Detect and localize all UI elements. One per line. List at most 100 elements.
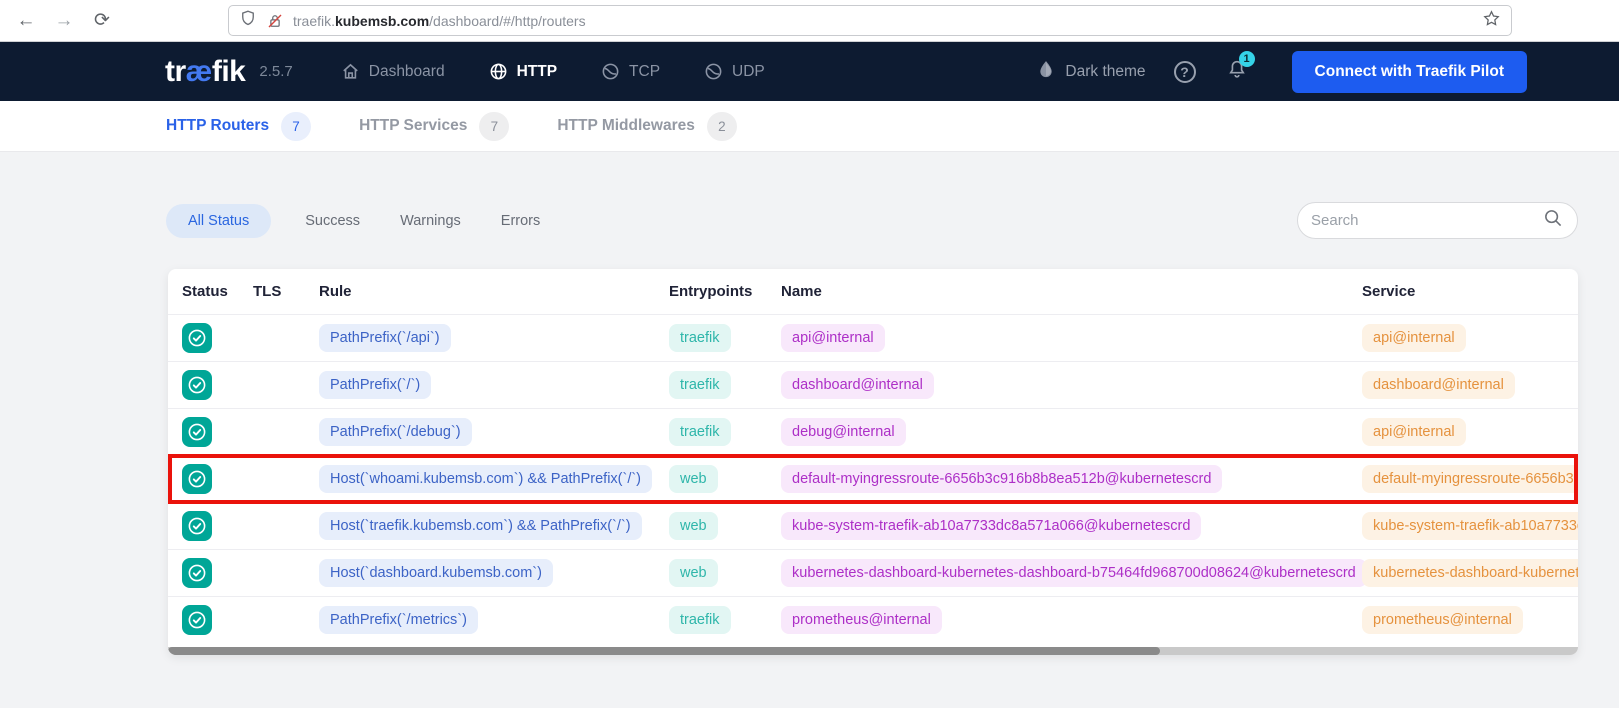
browser-forward-icon[interactable]: → [52,10,76,32]
status-filters: All Status Success Warnings Errors [166,204,546,238]
rule-pill: Host(`traefik.kubemsb.com`) && PathPrefi… [319,512,642,540]
connect-traefik-pilot-button[interactable]: Connect with Traefik Pilot [1292,51,1527,93]
column-header-entrypoints: Entrypoints [669,283,781,300]
name-pill: prometheus@internal [781,606,942,634]
entrypoints-pill: traefik [669,418,731,446]
name-pill: debug@internal [781,418,906,446]
service-pill: dashboard@internal [1362,371,1515,399]
nav-item-tcp[interactable]: TCP [601,62,660,81]
traefik-logo: træfik [165,55,245,89]
filter-all-status[interactable]: All Status [166,204,271,238]
success-status-icon [182,464,212,494]
name-pill: default-myingressroute-6656b3c916b8b8ea5… [781,465,1222,493]
tab-count-badge: 7 [479,112,509,141]
filter-errors[interactable]: Errors [495,204,546,238]
tab-label: HTTP Middlewares [557,117,695,135]
browser-back-icon[interactable]: ← [14,10,38,32]
column-header-name: Name [781,283,1362,300]
table-row[interactable]: PathPrefix(`/metrics`) traefik prometheu… [168,596,1578,643]
filter-success[interactable]: Success [299,204,366,238]
version-label: 2.5.7 [259,63,292,80]
nav-item-dashboard[interactable]: Dashboard [341,62,445,81]
horizontal-scrollbar-thumb[interactable] [168,647,1160,655]
globe-icon [489,62,508,81]
horizontal-scrollbar-track[interactable] [168,647,1578,655]
app-header: træfik 2.5.7 Dashboard HTTP TCP UDP Dark th… [0,42,1619,101]
nav-item-http[interactable]: HTTP [489,62,557,81]
dark-theme-label: Dark theme [1065,63,1145,81]
swirl-icon [704,62,723,81]
home-icon [341,62,360,81]
shield-icon[interactable] [239,9,257,32]
routers-table-card: StatusTLSRuleEntrypointsNameService Path… [168,269,1578,655]
rule-pill: Host(`dashboard.kubemsb.com`) [319,559,553,587]
swirl-icon [601,62,620,81]
success-status-icon [182,370,212,400]
tab-http-services[interactable]: HTTP Services 7 [359,112,509,141]
name-pill: kubernetes-dashboard-kubernetes-dashboar… [781,559,1367,587]
column-header-rule: Rule [319,283,669,300]
rule-pill: PathPrefix(`/metrics`) [319,606,478,634]
tab-label: HTTP Routers [166,117,269,135]
rule-pill: PathPrefix(`/`) [319,371,431,399]
filter-warnings[interactable]: Warnings [394,204,467,238]
entrypoints-pill: web [669,559,718,587]
tab-label: HTTP Services [359,117,467,135]
service-pill: prometheus@internal [1362,606,1523,634]
tab-http-routers[interactable]: HTTP Routers 7 [166,112,311,141]
entrypoints-pill: traefik [669,324,731,352]
success-status-icon [182,417,212,447]
entrypoints-pill: web [669,465,718,493]
nav-item-label: HTTP [517,63,557,81]
nav-item-udp[interactable]: UDP [704,62,765,81]
rule-pill: Host(`whoami.kubemsb.com`) && PathPrefix… [319,465,652,493]
notifications-button[interactable]: 1 [1226,58,1248,85]
table-row[interactable]: Host(`traefik.kubemsb.com`) && PathPrefi… [168,502,1578,549]
bell-icon [1226,67,1248,84]
success-status-icon [182,323,212,353]
column-header-tls: TLS [253,283,319,300]
entrypoints-pill: web [669,512,718,540]
entrypoints-pill: traefik [669,371,731,399]
table-row-highlighted[interactable]: Host(`whoami.kubemsb.com`) && PathPrefix… [168,455,1578,502]
contrast-droplet-icon [1036,59,1056,84]
dark-theme-toggle[interactable]: Dark theme [1036,59,1145,84]
browser-toolbar: ← → ⟳ traefik.kubemsb.com/dashboard/#/ht… [0,0,1619,42]
column-header-service: Service [1362,283,1578,300]
browser-reload-icon[interactable]: ⟳ [90,9,114,32]
tab-count-badge: 7 [281,112,311,141]
bookmark-star-icon[interactable] [1482,9,1501,33]
column-header-status: Status [182,283,253,300]
search-input[interactable] [1311,212,1542,229]
service-pill: api@internal [1362,324,1466,352]
service-pill: api@internal [1362,418,1466,446]
address-bar[interactable]: traefik.kubemsb.com/dashboard/#/http/rou… [228,5,1512,36]
table-row[interactable]: PathPrefix(`/`) traefik dashboard@intern… [168,361,1578,408]
success-status-icon [182,558,212,588]
table-row[interactable]: PathPrefix(`/debug`) traefik debug@inter… [168,408,1578,455]
notification-badge: 1 [1239,51,1255,67]
main-nav: Dashboard HTTP TCP UDP [341,62,765,81]
name-pill: api@internal [781,324,885,352]
table-header-row: StatusTLSRuleEntrypointsNameService [168,269,1578,314]
nav-item-label: Dashboard [369,63,445,81]
tab-count-badge: 2 [707,112,737,141]
rule-pill: PathPrefix(`/api`) [319,324,451,352]
toolbar: All Status Success Warnings Errors [0,152,1619,239]
table-row[interactable]: PathPrefix(`/api`) traefik api@internal … [168,314,1578,361]
search-box[interactable] [1297,202,1578,239]
help-icon[interactable]: ? [1174,61,1196,83]
section-tab-bar: HTTP Routers 7 HTTP Services 7 HTTP Middlewa… [0,101,1619,152]
table-row[interactable]: Host(`dashboard.kubemsb.com`) web kubern… [168,549,1578,596]
nav-item-label: TCP [629,63,660,81]
service-pill: kubernetes-dashboard-kubernetes-dashboar… [1362,559,1578,587]
service-pill: default-myingressroute-6656b3c916b8b8ea5… [1362,465,1578,493]
success-status-icon [182,605,212,635]
search-icon[interactable] [1542,207,1564,234]
url-text[interactable]: traefik.kubemsb.com/dashboard/#/http/rou… [293,13,1473,29]
insecure-lock-icon[interactable] [266,12,284,30]
rule-pill: PathPrefix(`/debug`) [319,418,472,446]
entrypoints-pill: traefik [669,606,731,634]
name-pill: dashboard@internal [781,371,934,399]
tab-http-middlewares[interactable]: HTTP Middlewares 2 [557,112,737,141]
